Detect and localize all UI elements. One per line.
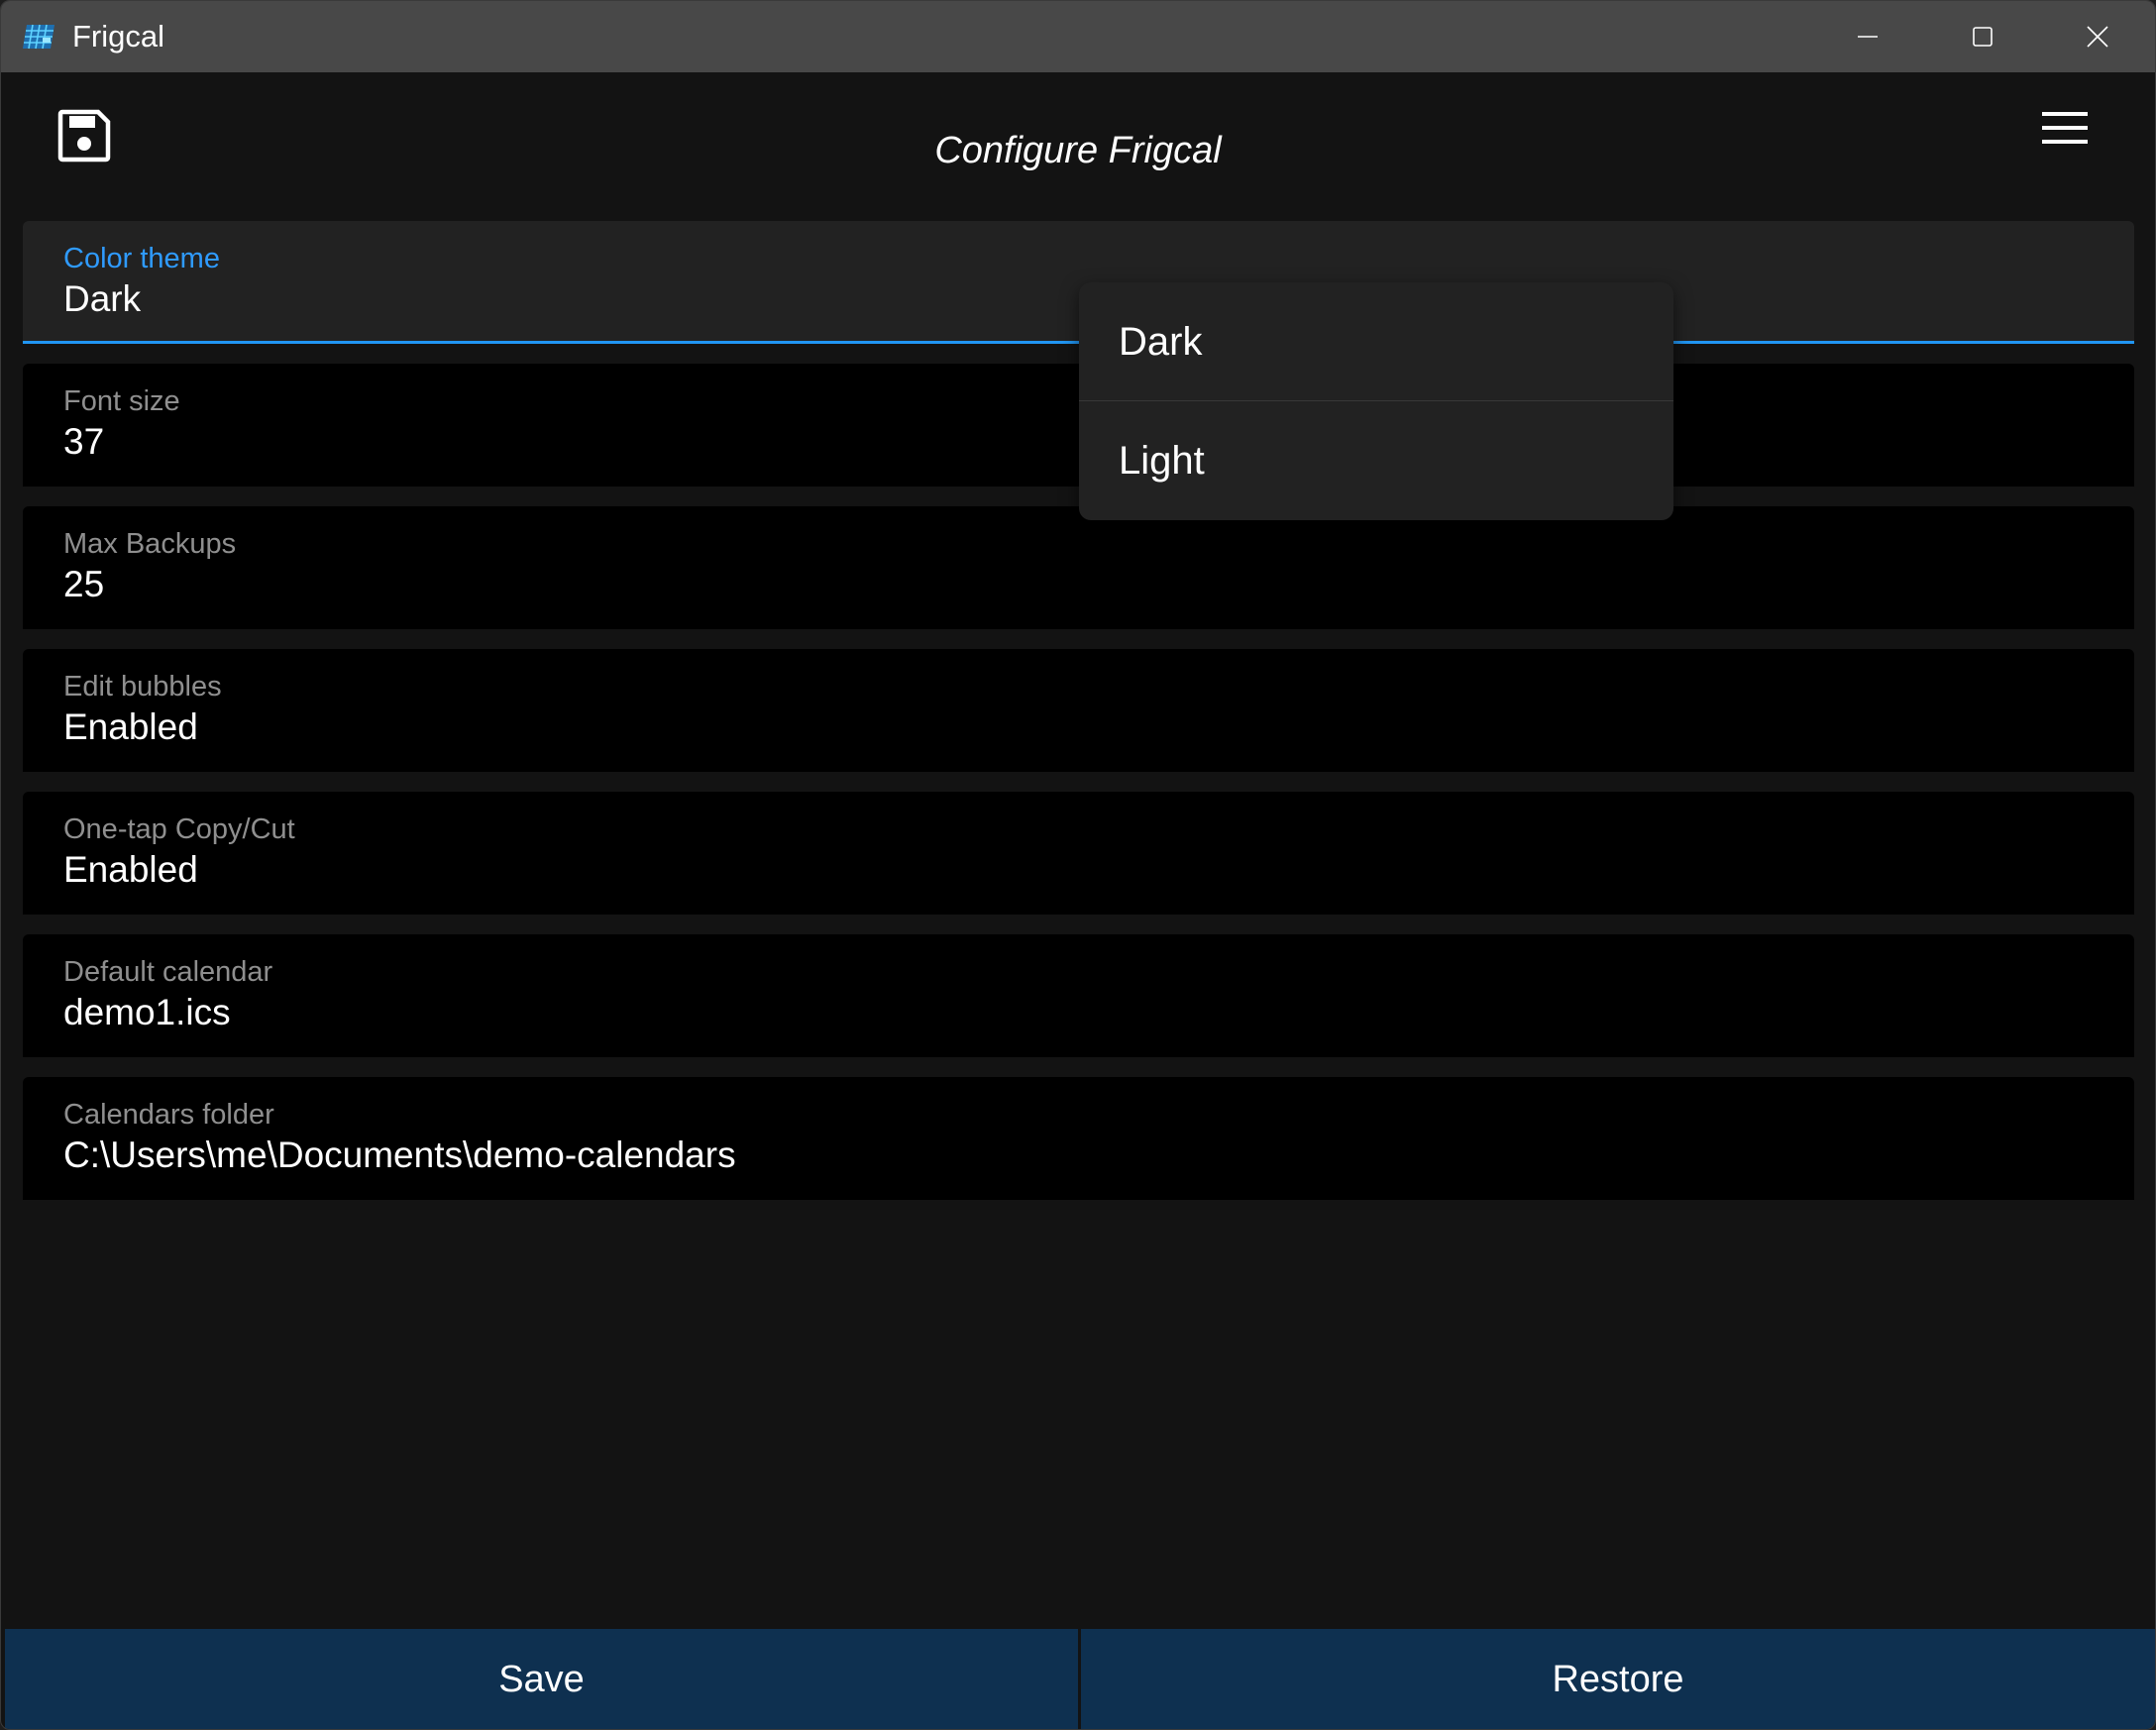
save-button[interactable]: Save: [5, 1629, 1078, 1729]
minimize-icon: [1858, 36, 1878, 38]
dropdown-option-label: Dark: [1119, 320, 1203, 364]
app-header: Configure Frigcal: [1, 72, 2155, 221]
close-button[interactable]: [2040, 1, 2155, 72]
window-title: Frigcal: [72, 19, 165, 54]
setting-value: Enabled: [63, 849, 198, 890]
setting-label: Max Backups: [63, 528, 237, 560]
setting-label: Color theme: [63, 243, 220, 274]
setting-value: C:\Users\me\Documents\demo-calendars: [63, 1135, 736, 1175]
setting-value: 25: [63, 564, 105, 604]
app-window: Frigcal Configure Frigcal Color theme Da…: [0, 0, 2156, 1730]
menu-button[interactable]: [2042, 112, 2105, 163]
close-icon: [2087, 26, 2108, 48]
color-theme-dropdown: Dark Light: [1079, 282, 1673, 520]
dropdown-option-dark[interactable]: Dark: [1079, 282, 1673, 401]
minimize-button[interactable]: [1810, 1, 1925, 72]
restore-button[interactable]: Restore: [1081, 1629, 2155, 1729]
setting-value: Enabled: [63, 706, 198, 747]
setting-one-tap-copy-cut[interactable]: One-tap Copy/Cut Enabled: [23, 792, 2134, 915]
dropdown-option-label: Light: [1119, 439, 1205, 483]
calendar-grid-icon: [23, 24, 54, 50]
setting-label: Edit bubbles: [63, 671, 222, 703]
page-title: Configure Frigcal: [934, 130, 1222, 171]
setting-label: Font size: [63, 385, 180, 417]
maximize-icon: [1973, 27, 1993, 47]
setting-value: demo1.ics: [63, 992, 231, 1032]
setting-calendars-folder[interactable]: Calendars folder C:\Users\me\Documents\d…: [23, 1077, 2134, 1200]
setting-label: Default calendar: [63, 956, 273, 988]
hamburger-menu-icon: [2042, 112, 2088, 144]
setting-default-calendar[interactable]: Default calendar demo1.ics: [23, 934, 2134, 1057]
setting-value: Dark: [63, 278, 142, 319]
setting-edit-bubbles[interactable]: Edit bubbles Enabled: [23, 649, 2134, 772]
setting-label: Calendars folder: [63, 1099, 274, 1131]
title-bar: Frigcal: [1, 1, 2155, 72]
maximize-button[interactable]: [1925, 1, 2040, 72]
setting-value: 37: [63, 421, 105, 462]
dropdown-option-light[interactable]: Light: [1079, 401, 1673, 520]
setting-max-backups[interactable]: Max Backups 25: [23, 506, 2134, 629]
setting-label: One-tap Copy/Cut: [63, 813, 295, 845]
